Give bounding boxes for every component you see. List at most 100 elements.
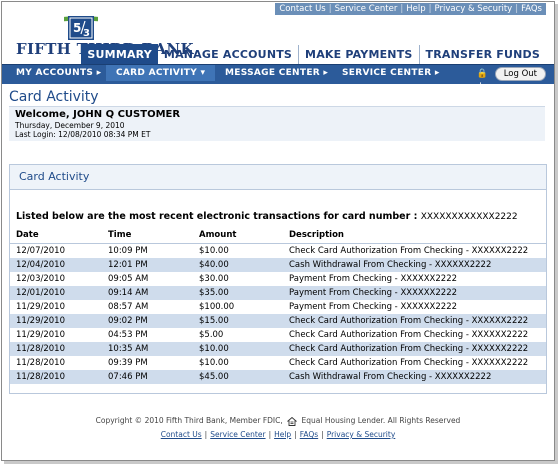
table-row: 12/01/2010 09:14 AM $35.00 Payment From …	[10, 286, 546, 300]
column-header-amount: Amount	[199, 230, 237, 240]
column-header-description: Description	[289, 230, 344, 240]
nav-message-center[interactable]: MESSAGE CENTER ▸	[225, 68, 328, 78]
cell-time: 04:53 PM	[108, 330, 148, 340]
cell-amount: $10.00	[199, 358, 229, 368]
cell-amount: $10.00	[199, 344, 229, 354]
table-row: 11/28/2010 09:39 PM $10.00 Check Card Au…	[10, 356, 546, 370]
cell-amount: $35.00	[199, 288, 229, 298]
main-tabs: SUMMARY MANAGE ACCOUNTS MAKE PAYMENTS TR…	[81, 44, 546, 64]
header: Contact Us | Service Center | Help | Privacy &…	[2, 2, 554, 66]
card-activity-panel: Card Activity Listed below are the most …	[9, 164, 547, 394]
table-row: 11/28/2010 07:46 PM $45.00 Cash Withdraw…	[10, 370, 546, 384]
cell-amount: $40.00	[199, 260, 229, 270]
util-link-faqs[interactable]: FAQs	[521, 4, 542, 14]
cell-time: 10:09 PM	[108, 246, 148, 256]
cell-time: 10:35 AM	[108, 344, 149, 354]
cell-amount: $30.00	[199, 274, 229, 284]
cell-description: Cash Withdrawal From Checking - XXXXXX22…	[289, 372, 492, 382]
table-row: 12/07/2010 10:09 PM $10.00 Check Card Au…	[10, 244, 546, 258]
cell-time: 09:02 PM	[108, 316, 148, 326]
cell-date: 11/29/2010	[16, 302, 65, 312]
cell-description: Check Card Authorization From Checking -…	[289, 316, 529, 326]
footer-link-service-center[interactable]: Service Center	[210, 430, 265, 439]
svg-text:5: 5	[73, 21, 81, 35]
table-row: 12/03/2010 09:05 AM $30.00 Payment From …	[10, 272, 546, 286]
svg-text:3: 3	[83, 28, 90, 39]
cell-date: 11/28/2010	[16, 372, 65, 382]
cell-time: 09:05 AM	[108, 274, 149, 284]
welcome-date: Thursday, December 9, 2010	[15, 121, 125, 130]
browser-frame: Contact Us | Service Center | Help | Privacy &…	[1, 1, 555, 461]
utility-links: Contact Us | Service Center | Help | Privacy &…	[275, 3, 546, 15]
footer-link-faqs[interactable]: FAQs	[300, 430, 318, 439]
util-link-privacy[interactable]: Privacy & Security	[435, 4, 513, 14]
card-activity-header: Card Activity	[10, 165, 546, 190]
equal-housing-text: Equal Housing Lender. All Rights Reserve…	[301, 416, 461, 425]
nav-my-accounts[interactable]: MY ACCOUNTS ▸	[16, 68, 101, 78]
cell-amount: $5.00	[199, 330, 224, 340]
cell-time: 09:14 AM	[108, 288, 149, 298]
cell-time: 09:39 PM	[108, 358, 148, 368]
table-row: 11/29/2010 09:02 PM $15.00 Check Card Au…	[10, 314, 546, 328]
card-number-intro-text: Listed below are the most recent electro…	[16, 211, 421, 222]
column-header-date: Date	[16, 230, 39, 240]
nav-service-center[interactable]: SERVICE CENTER ▸	[342, 68, 440, 78]
cell-date: 12/04/2010	[16, 260, 65, 270]
last-login: Last Login: 12/08/2010 08:34 PM ET	[15, 130, 151, 139]
cell-date: 11/28/2010	[16, 344, 65, 354]
cell-amount: $45.00	[199, 372, 229, 382]
tab-summary[interactable]: SUMMARY	[81, 44, 158, 64]
cell-date: 11/28/2010	[16, 358, 65, 368]
cell-description: Payment From Checking - XXXXXX2222	[289, 302, 458, 312]
table-row: 11/29/2010 08:57 AM $100.00 Payment From…	[10, 300, 546, 314]
nav-card-activity[interactable]: CARD ACTIVITY ▾	[106, 65, 216, 81]
card-activity-heading: Card Activity	[19, 170, 90, 183]
welcome-panel: Welcome, JOHN Q CUSTOMER Thursday, Decem…	[9, 106, 545, 141]
cell-description: Payment From Checking - XXXXXX2222	[289, 288, 458, 298]
footer-link-contact[interactable]: Contact Us	[161, 430, 202, 439]
footer-link-privacy[interactable]: Privacy & Security	[327, 430, 396, 439]
cell-time: 07:46 PM	[108, 372, 148, 382]
table-row: 11/28/2010 10:35 AM $10.00 Check Card Au…	[10, 342, 546, 356]
util-link-help[interactable]: Help	[406, 4, 425, 14]
card-number-intro: Listed below are the most recent electro…	[16, 211, 518, 222]
cell-time: 08:57 AM	[108, 302, 149, 312]
logout-button[interactable]: Log Out	[494, 67, 546, 81]
table-row: 11/29/2010 04:53 PM $5.00 Check Card Aut…	[10, 328, 546, 342]
table-row: 12/04/2010 12:01 PM $40.00 Cash Withdraw…	[10, 258, 546, 272]
tab-manage-accounts[interactable]: MANAGE ACCOUNTS	[158, 45, 298, 64]
cell-description: Check Card Authorization From Checking -…	[289, 358, 529, 368]
cell-description: Check Card Authorization From Checking -…	[289, 344, 529, 354]
cell-date: 11/29/2010	[16, 316, 65, 326]
cell-amount: $100.00	[199, 302, 235, 312]
copyright-text: Copyright © 2010 Fifth Third Bank, Membe…	[95, 416, 283, 425]
cell-description: Cash Withdrawal From Checking - XXXXXX22…	[289, 260, 492, 270]
footer-links: Contact Us | Service Center | Help | FAQs | Priv…	[160, 430, 396, 439]
welcome-name: Welcome, JOHN Q CUSTOMER	[15, 109, 181, 120]
cell-time: 12:01 PM	[108, 260, 148, 270]
footer-copyright: Copyright © 2010 Fifth Third Bank, Membe…	[2, 416, 554, 426]
footer-link-help[interactable]: Help	[274, 430, 291, 439]
table-header: Date Time Amount Description	[10, 230, 546, 242]
cell-amount: $15.00	[199, 316, 229, 326]
cell-description: Check Card Authorization From Checking -…	[289, 246, 529, 256]
column-header-time: Time	[108, 230, 132, 240]
equal-housing-icon	[287, 416, 298, 426]
nav-right: 🔒+ Log Out	[476, 67, 546, 91]
cell-amount: $10.00	[199, 246, 229, 256]
sub-navigation: MY ACCOUNTS ▸ CARD ACTIVITY ▾ MESSAGE CE…	[2, 64, 554, 91]
util-link-service-center[interactable]: Service Center	[335, 4, 398, 14]
util-link-contact[interactable]: Contact Us	[279, 4, 325, 14]
card-number: XXXXXXXXXXXX2222	[420, 212, 518, 222]
tab-transfer-funds[interactable]: TRANSFER FUNDS	[418, 45, 546, 64]
cell-date: 11/29/2010	[16, 330, 65, 340]
tab-make-payments[interactable]: MAKE PAYMENTS	[298, 45, 419, 64]
cell-date: 12/03/2010	[16, 274, 65, 284]
cell-date: 12/01/2010	[16, 288, 65, 298]
lock-icon: 🔒+	[476, 69, 488, 91]
page-title: Card Activity	[9, 89, 99, 105]
cell-description: Payment From Checking - XXXXXX2222	[289, 274, 458, 284]
bank-logo-icon[interactable]: 5 3	[64, 12, 98, 42]
cell-description: Check Card Authorization From Checking -…	[289, 330, 529, 340]
cell-date: 12/07/2010	[16, 246, 65, 256]
